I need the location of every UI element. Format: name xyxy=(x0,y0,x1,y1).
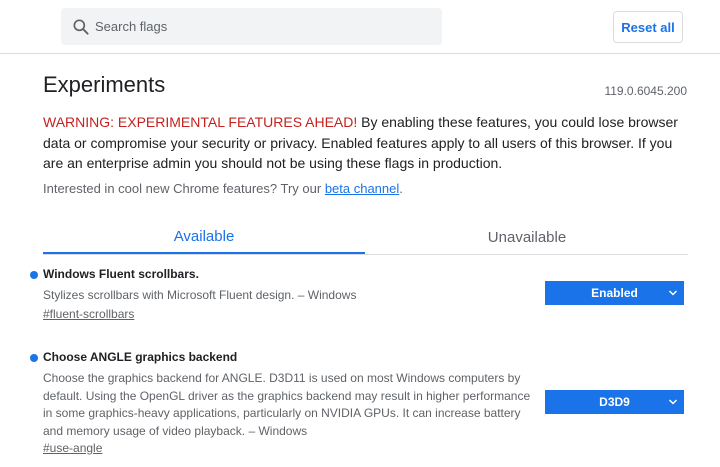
version-label: 119.0.6045.200 xyxy=(604,84,687,98)
experiment-select-value: Enabled xyxy=(591,286,638,300)
experiment-name: Windows Fluent scrollbars. xyxy=(43,267,199,281)
warning-heading: WARNING: EXPERIMENTAL FEATURES AHEAD! xyxy=(43,114,358,130)
warning-text: WARNING: EXPERIMENTAL FEATURES AHEAD! By… xyxy=(43,112,683,174)
chevron-down-icon xyxy=(668,399,678,405)
experiment-select[interactable]: Enabled xyxy=(545,281,684,305)
experiment-description: Stylizes scrollbars with Microsoft Fluen… xyxy=(43,288,357,302)
experiment-permalink[interactable]: #fluent-scrollbars xyxy=(43,307,134,321)
experiment-dot-icon xyxy=(30,354,38,362)
experiment-select-value: D3D9 xyxy=(599,395,630,409)
tab-unavailable[interactable]: Unavailable xyxy=(366,220,688,254)
experiment-dot-icon xyxy=(30,271,38,279)
chevron-down-icon xyxy=(668,290,678,296)
tab-available[interactable]: Available xyxy=(43,220,365,254)
beta-note-text: Interested in cool new Chrome features? … xyxy=(43,181,325,196)
top-bar: Reset all xyxy=(0,0,720,54)
beta-channel-link[interactable]: beta channel xyxy=(325,181,399,196)
beta-channel-note: Interested in cool new Chrome features? … xyxy=(43,181,403,196)
experiment-name: Choose ANGLE graphics backend xyxy=(43,350,238,364)
search-icon xyxy=(73,19,89,35)
experiment-permalink[interactable]: #use-angle xyxy=(43,441,102,455)
tab-bar: Available Unavailable xyxy=(43,220,688,255)
experiment-description: Choose the graphics backend for ANGLE. D… xyxy=(43,371,531,438)
search-box[interactable] xyxy=(61,8,442,45)
reset-all-button[interactable]: Reset all xyxy=(613,11,683,43)
beta-note-end: . xyxy=(399,181,403,196)
search-input[interactable] xyxy=(95,8,435,45)
page-title: Experiments xyxy=(43,72,166,97)
experiment-select[interactable]: D3D9 xyxy=(545,390,684,414)
experiment-item: Windows Fluent scrollbars. Stylizes scro… xyxy=(30,267,690,327)
experiment-item: Choose ANGLE graphics backend Choose the… xyxy=(30,350,690,460)
